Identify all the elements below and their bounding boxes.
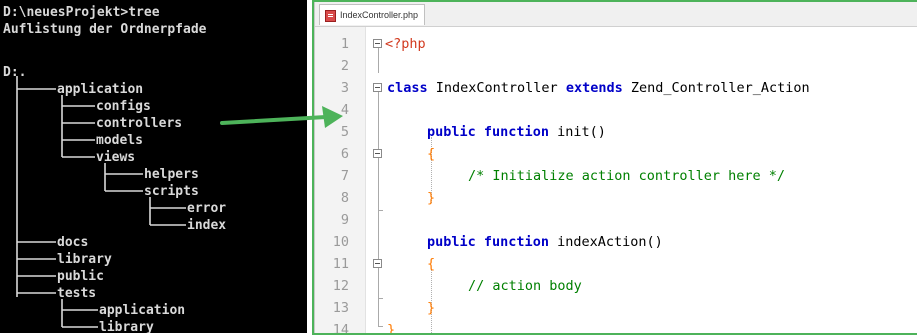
tab-label: IndexController.php: [340, 10, 419, 20]
code-line-9: 9: [315, 209, 917, 231]
fold-toggle-icon[interactable]: [373, 149, 382, 158]
tree-node-tests-library: library: [99, 320, 154, 333]
tree-node-tests: tests: [57, 286, 97, 301]
line-number: 3: [340, 80, 349, 96]
code-line-12: 12 // action body: [315, 275, 917, 297]
code-line-7: 7 /* Initialize action controller here *…: [315, 165, 917, 187]
method-parens: (): [646, 234, 663, 250]
line-number: 11: [332, 256, 349, 272]
public-keyword: public: [427, 124, 476, 140]
code-line-10: 10 public function indexAction(): [315, 231, 917, 253]
code-line-11: 11 {: [315, 253, 917, 275]
parent-class-name: Zend_Controller_Action: [622, 80, 810, 96]
init-comment: /* Initialize action controller here */: [468, 168, 785, 184]
line-number: 8: [340, 190, 349, 206]
code-line-2: 2: [315, 55, 917, 77]
cmd-terminal-window: D:\neuesProjekt>tree Auflistung der Ordn…: [0, 0, 307, 333]
code-line-3: 3 class IndexController extends Zend_Con…: [315, 77, 917, 99]
method-parens: (): [589, 124, 606, 140]
code-line-13: 13 }: [315, 297, 917, 319]
line-number: 13: [332, 300, 349, 316]
fold-toggle-icon[interactable]: [373, 39, 382, 48]
extends-keyword: extends: [565, 80, 623, 96]
class-keyword: class: [387, 80, 428, 96]
close-brace: }: [427, 190, 436, 206]
tree-node-error: error: [187, 201, 227, 216]
line-number: 9: [340, 212, 349, 228]
tree-node-application: application: [57, 82, 144, 97]
line-number: 6: [340, 146, 349, 162]
function-keyword: function: [483, 124, 549, 140]
method-name-index-action: indexAction: [548, 234, 647, 250]
open-brace: {: [427, 146, 436, 162]
method-name-init: init: [548, 124, 590, 140]
line-number: 2: [340, 58, 349, 74]
code-line-5: 5 public function init(): [315, 121, 917, 143]
line-number: 10: [332, 234, 349, 250]
code-line-8: 8 }: [315, 187, 917, 209]
tree-node-library: library: [57, 252, 112, 267]
tree-node-configs: configs: [96, 99, 151, 114]
code-line-6: 6 {: [315, 143, 917, 165]
php-open-tag: <?php: [385, 36, 426, 52]
tree-node-models: models: [96, 133, 143, 148]
tab-index-controller[interactable]: IndexController.php: [319, 4, 426, 25]
action-comment: // action body: [468, 278, 582, 294]
line-number: 1: [340, 36, 349, 52]
line-number: 14: [332, 322, 349, 333]
tree-node-views: views: [96, 150, 136, 165]
php-file-icon: [325, 10, 336, 22]
tree-node-controllers: controllers: [96, 116, 183, 131]
line-number: 7: [340, 168, 349, 184]
code-area[interactable]: 1 <?php 2 3 class IndexController extend…: [315, 27, 917, 333]
line-number: 4: [340, 102, 349, 118]
tree-node-docs: docs: [57, 235, 89, 250]
close-brace: }: [387, 322, 396, 333]
tree-node-index: index: [187, 218, 227, 233]
close-brace: }: [427, 300, 436, 316]
code-line-14: 14 }: [315, 319, 917, 333]
tree-node-helpers: helpers: [144, 167, 199, 182]
fold-toggle-icon[interactable]: [373, 83, 382, 92]
tree-node-public: public: [57, 269, 104, 284]
tree-node-scripts: scripts: [144, 184, 199, 199]
code-line-4: 4: [315, 99, 917, 121]
class-name: IndexController: [427, 80, 566, 96]
open-brace: {: [427, 256, 436, 272]
line-number: 5: [340, 124, 349, 140]
fold-toggle-icon[interactable]: [373, 259, 382, 268]
tree-root: D:.: [3, 65, 27, 80]
code-editor-window: IndexController.php 1 <?php 2 3 class In…: [314, 0, 917, 333]
terminal-heading: Auflistung der Ordnerpfade: [3, 22, 207, 37]
editor-tab-bar: IndexController.php: [315, 0, 917, 27]
tree-node-tests-application: application: [99, 303, 186, 318]
code-line-1: 1 <?php: [315, 33, 917, 55]
function-keyword: function: [483, 234, 549, 250]
terminal-prompt-line: D:\neuesProjekt>tree: [3, 5, 160, 20]
line-number: 12: [332, 278, 349, 294]
public-keyword: public: [427, 234, 476, 250]
